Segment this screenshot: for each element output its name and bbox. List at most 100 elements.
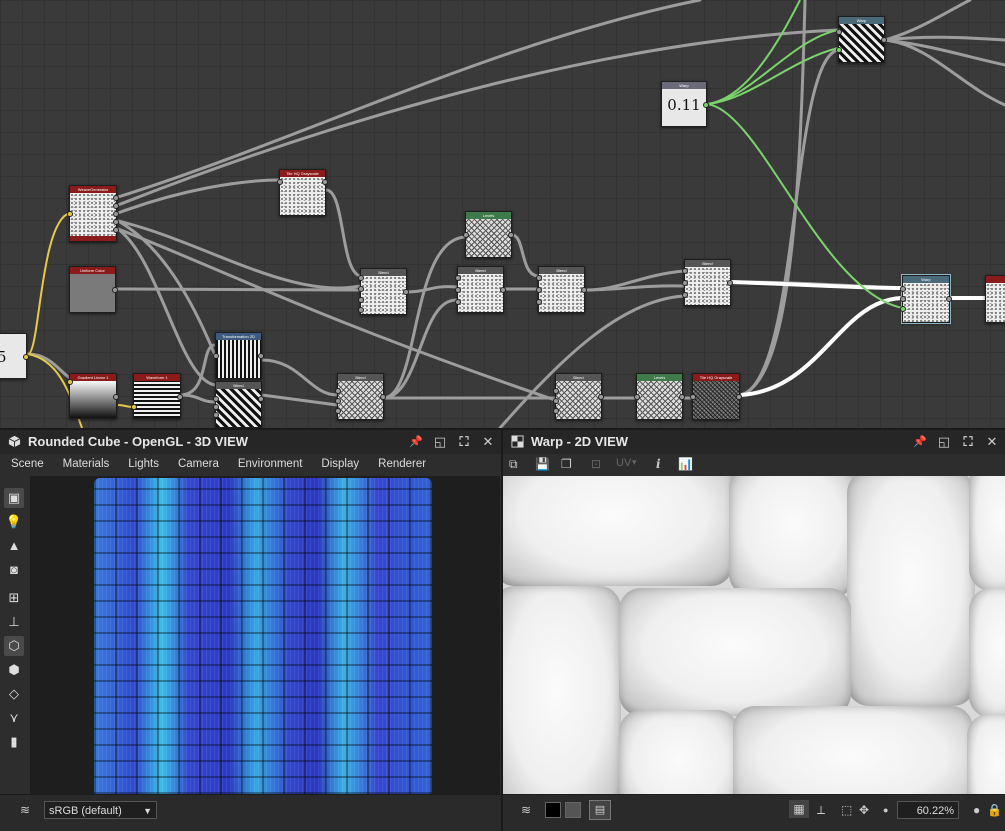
menu-scene[interactable]: Scene — [0, 454, 52, 474]
uniform-color-node[interactable]: Uniform Color — [69, 266, 118, 313]
input-pin[interactable] — [67, 211, 73, 217]
output-pin[interactable] — [113, 195, 119, 201]
input-pin[interactable] — [682, 268, 688, 274]
lock-icon[interactable]: 🔒 — [987, 803, 1002, 817]
input-pin[interactable] — [455, 287, 461, 293]
colorspace-select[interactable]: sRGB (default) ▼ — [44, 801, 157, 819]
input-pin[interactable] — [536, 299, 542, 305]
view-options-icon[interactable]: ⧉ — [509, 457, 518, 472]
transformation-2d-node[interactable]: Transformation 2D — [213, 332, 264, 379]
gray-swatch-icon[interactable] — [565, 802, 581, 818]
output-pin[interactable] — [23, 354, 29, 360]
output-pin[interactable] — [113, 203, 119, 209]
camera-icon[interactable]: ▣ — [4, 488, 24, 508]
input-pin[interactable] — [131, 404, 137, 410]
input-pin[interactable] — [553, 388, 559, 394]
panel-divider[interactable] — [501, 428, 503, 831]
input-pin[interactable] — [900, 296, 906, 302]
blend-node-5[interactable]: Blend — [335, 373, 386, 420]
zoom-field[interactable]: 60.22% — [897, 801, 959, 819]
output-pin[interactable] — [112, 287, 118, 293]
layers-color-icon[interactable]: ≋ — [20, 803, 30, 817]
input-pin[interactable] — [900, 306, 906, 312]
input-pin[interactable] — [463, 232, 469, 238]
maximize-icon[interactable]: ⛶ — [961, 430, 975, 454]
partial-node-right[interactable] — [985, 275, 1005, 323]
input-pin[interactable] — [553, 398, 559, 404]
warp-intensity-node[interactable]: Warp 0.11 — [661, 81, 709, 127]
menu-camera[interactable]: Camera — [167, 454, 227, 474]
output-pin[interactable] — [736, 394, 742, 400]
levels-node-2[interactable]: Levels — [634, 373, 685, 420]
input-pin[interactable] — [335, 408, 341, 414]
float-icon[interactable]: ◱ — [937, 430, 951, 454]
output-pin[interactable] — [322, 179, 328, 185]
output-pin[interactable] — [881, 37, 887, 43]
histogram-icon[interactable]: ▮ — [4, 732, 24, 752]
node-graph[interactable]: WeaveGenerator Uniform Color 5 Gradient … — [0, 0, 1005, 428]
blend-checker-node[interactable]: Blend — [213, 381, 264, 428]
blend-node-3[interactable]: Blend — [536, 266, 587, 313]
blend-node-2[interactable]: Blend — [455, 266, 506, 313]
layers-icon[interactable]: ◇ — [4, 684, 24, 704]
black-swatch-icon[interactable] — [545, 802, 561, 818]
output-pin[interactable] — [703, 102, 709, 108]
input-pin[interactable] — [690, 394, 696, 400]
input-pin[interactable] — [358, 275, 364, 281]
tile-grayscale-node-2[interactable]: Tile HQ Grayscale — [690, 373, 742, 420]
copy-icon[interactable]: ❐ — [561, 457, 572, 471]
input-pin[interactable] — [836, 47, 842, 53]
warp-node[interactable]: Warp — [900, 274, 952, 324]
light-bulb-icon[interactable]: 💡 — [4, 512, 24, 532]
input-pin[interactable] — [335, 398, 341, 404]
axis-icon[interactable]: ⊥ — [4, 612, 24, 632]
float-icon[interactable]: ◱ — [433, 430, 447, 454]
output-pin[interactable] — [380, 394, 386, 400]
menu-lights[interactable]: Lights — [117, 454, 167, 474]
output-pin[interactable] — [113, 219, 119, 225]
move-icon[interactable]: ✥ — [859, 803, 869, 817]
menu-materials[interactable]: Materials — [52, 454, 118, 474]
cube-view-icon[interactable]: ⬡ — [4, 636, 24, 656]
menu-renderer[interactable]: Renderer — [367, 454, 434, 474]
output-pin[interactable] — [946, 296, 952, 302]
input-pin[interactable] — [358, 307, 364, 313]
output-pin[interactable] — [177, 394, 183, 400]
info-icon[interactable]: i — [656, 457, 661, 471]
input-pin[interactable] — [213, 353, 219, 359]
output-pin[interactable] — [581, 287, 587, 293]
maximize-icon[interactable]: ⛶ — [457, 430, 471, 454]
output-pin[interactable] — [403, 289, 409, 295]
zoom-out-icon[interactable]: ● — [883, 805, 888, 815]
input-pin[interactable] — [455, 299, 461, 305]
screenshot-icon[interactable]: ◙ — [4, 560, 24, 580]
output-pin[interactable] — [727, 280, 733, 286]
wire-cube-icon[interactable]: ⬢ — [4, 660, 24, 680]
input-pin[interactable] — [682, 292, 688, 298]
3d-viewport[interactable] — [30, 476, 500, 794]
waveform-node[interactable]: Waveform 1 — [131, 373, 183, 419]
save-icon[interactable]: 💾 — [535, 457, 550, 471]
input-pin[interactable] — [634, 394, 640, 400]
output-pin[interactable] — [508, 232, 514, 238]
histogram-icon[interactable]: 📊 — [678, 457, 693, 471]
input-pin[interactable] — [358, 286, 364, 292]
tangent-icon[interactable]: ⋎ — [4, 708, 24, 728]
grid-icon[interactable]: ▦ — [789, 800, 809, 818]
output-pin[interactable] — [258, 396, 264, 402]
value-node[interactable]: 5 — [0, 333, 29, 379]
weave-generator-node[interactable]: WeaveGenerator — [67, 185, 119, 242]
input-pin[interactable] — [335, 388, 341, 394]
input-pin[interactable] — [455, 275, 461, 281]
input-pin[interactable] — [536, 287, 542, 293]
menu-display[interactable]: Display — [310, 454, 367, 474]
tile-grayscale-node[interactable]: Tile HQ Grayscale — [277, 169, 328, 216]
input-pin[interactable] — [358, 297, 364, 303]
pivot-icon[interactable]: ⟂ — [817, 803, 825, 818]
zoom-in-icon[interactable]: ● — [973, 803, 980, 817]
pin-icon[interactable]: 📌 — [409, 430, 423, 454]
gradient-linear-node[interactable]: Gradient Linear 1 — [67, 373, 119, 419]
menu-environment[interactable]: Environment — [227, 454, 311, 474]
environment-icon[interactable]: ▲ — [4, 536, 24, 556]
input-pin[interactable] — [836, 29, 842, 35]
